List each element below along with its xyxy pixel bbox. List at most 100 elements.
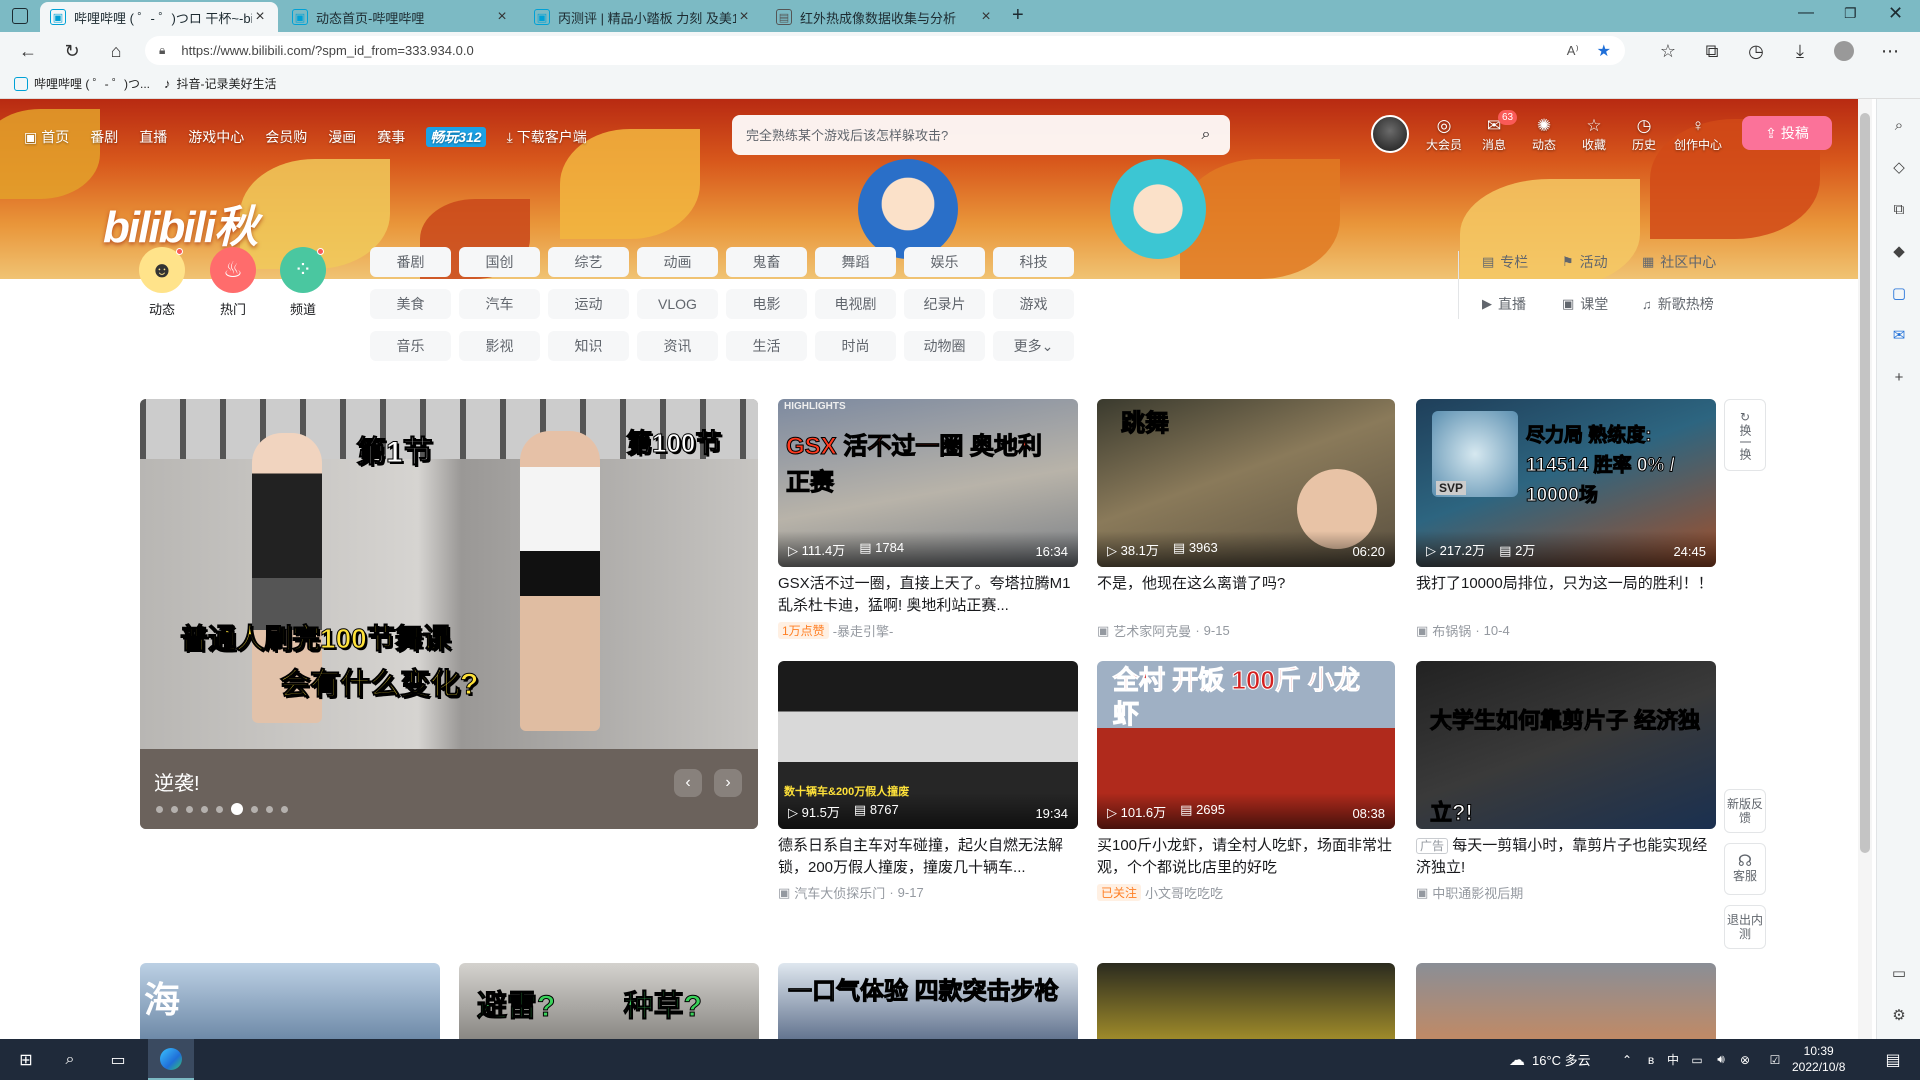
bookmark-douyin[interactable]: ♪ 抖音-记录美好生活: [164, 75, 277, 92]
office-icon[interactable]: ▢: [1889, 283, 1909, 303]
video-author[interactable]: 小文哥吃吃吃: [1145, 883, 1223, 902]
bilibili-autumn-logo[interactable]: bilibili秋: [103, 191, 258, 255]
user-action-favorite[interactable]: ☆ 收藏: [1572, 116, 1616, 153]
carousel-dot[interactable]: [186, 805, 193, 813]
category-chip[interactable]: 娱乐: [904, 247, 985, 277]
nav-manga[interactable]: 漫画: [328, 127, 356, 147]
carousel-dot[interactable]: [266, 805, 273, 813]
browser-tab-dynamic[interactable]: ▣ 动态首页-哔哩哔哩 ×: [282, 2, 520, 32]
favorites-icon[interactable]: ☆: [1656, 39, 1680, 63]
read-aloud-icon[interactable]: A⁾: [1567, 43, 1579, 59]
link-activity[interactable]: ⚑ 活动: [1562, 247, 1642, 277]
category-chip[interactable]: 科技: [993, 247, 1074, 277]
category-chip[interactable]: 汽车: [459, 289, 540, 319]
category-chip[interactable]: 纪录片: [904, 289, 985, 319]
video-title[interactable]: 广告 每天一剪辑小时，靠剪片子也能实现经济独立!: [1416, 835, 1716, 879]
video-author[interactable]: -暴走引擎-: [833, 621, 894, 640]
video-card[interactable]: SVP 尽力局 熟练度: 114514 胜率 0% / 10000场 ▷ 217…: [1416, 399, 1716, 640]
carousel-dot[interactable]: [216, 805, 223, 813]
category-chip[interactable]: 综艺: [548, 247, 629, 277]
close-circle-icon[interactable]: ⊗: [1736, 1039, 1754, 1080]
collections-icon[interactable]: ⧉: [1700, 39, 1724, 63]
video-thumbnail[interactable]: SVP 尽力局 熟练度: 114514 胜率 0% / 10000场 ▷ 217…: [1416, 399, 1716, 567]
settings-icon[interactable]: ⚙: [1889, 1005, 1909, 1025]
weather-text[interactable]: 16°C 多云: [1532, 1039, 1591, 1080]
nav-mall[interactable]: 会员购: [265, 127, 307, 147]
history-icon[interactable]: ◷: [1744, 39, 1768, 63]
back-icon[interactable]: ←: [16, 39, 40, 63]
page-scrollbar[interactable]: [1858, 99, 1872, 1039]
category-chip[interactable]: 更多 ⌄: [993, 331, 1074, 361]
category-chip[interactable]: 电视剧: [815, 289, 896, 319]
category-chip[interactable]: 音乐: [370, 331, 451, 361]
video-card-ad[interactable]: 大学生如何靠剪片子 经济独立?! 广告 每天一剪辑小时，靠剪片子也能实现经济独立…: [1416, 661, 1716, 902]
search-icon[interactable]: ⌕: [52, 1039, 88, 1080]
category-chip[interactable]: 运动: [548, 289, 629, 319]
link-song-chart[interactable]: ♫ 新歌热榜: [1642, 289, 1738, 319]
windows-start-icon[interactable]: ⊞: [8, 1039, 44, 1080]
video-card[interactable]: HIGHLIGHTS GSX 活不过一圈 奥地利正赛 ▷ 111.4万 ▤ 178…: [778, 399, 1078, 640]
notifications-icon[interactable]: ▤: [1878, 1039, 1908, 1080]
customer-service-button[interactable]: ☊ 客服: [1724, 843, 1766, 895]
link-column[interactable]: ▤ 专栏: [1482, 247, 1562, 277]
channel-channels[interactable]: ⁘ 频道: [277, 247, 329, 318]
carousel-dot[interactable]: [251, 805, 258, 813]
refresh-icon[interactable]: ↻: [60, 39, 84, 63]
nav-live[interactable]: 直播: [139, 127, 167, 147]
close-tab-icon[interactable]: ×: [736, 8, 752, 26]
volume-icon[interactable]: 🔊︎: [1712, 1039, 1730, 1080]
featured-carousel[interactable]: 第1节 第100节 普通人刷完100节舞课 会有什么变化? 逆袭! ‹ ›: [140, 399, 758, 829]
restore-icon[interactable]: ❐: [1844, 5, 1857, 22]
user-action-history[interactable]: ◷ 历史: [1622, 116, 1666, 153]
split-screen-icon[interactable]: ▭: [1889, 963, 1909, 983]
upload-button[interactable]: ⇪ 投稿: [1742, 116, 1832, 150]
video-thumbnail[interactable]: 避雷? 种草?: [459, 963, 759, 1039]
video-thumbnail[interactable]: 一口气体验 四款突击步枪: [778, 963, 1078, 1039]
close-tab-icon[interactable]: ×: [978, 8, 994, 26]
new-tab-icon[interactable]: +: [1012, 4, 1024, 27]
exit-beta-button[interactable]: 退出内测: [1724, 905, 1766, 949]
video-author[interactable]: 汽车大侦探乐门: [794, 883, 885, 902]
category-chip[interactable]: 知识: [548, 331, 629, 361]
nav-home[interactable]: ▣ 首页: [24, 127, 69, 147]
carousel-next-button[interactable]: ›: [714, 769, 742, 797]
tag-icon[interactable]: ◇: [1889, 157, 1909, 177]
video-title[interactable]: 我打了10000局排位，只为这一局的胜利！！: [1416, 573, 1716, 617]
video-card[interactable]: 全村 开饭 100斤 小龙虾 ▷ 101.6万 ▤ 2695 08:38 买100…: [1097, 661, 1395, 902]
user-action-message[interactable]: ✉ 63 消息: [1472, 110, 1518, 153]
outlook-icon[interactable]: ✉: [1889, 325, 1909, 345]
category-chip[interactable]: 游戏: [993, 289, 1074, 319]
favorite-star-icon[interactable]: ★: [1597, 41, 1611, 61]
browser-tab-bilibili[interactable]: ▣ 哔哩哔哩 ( ゜- ゜)つロ 干杯~-bilibili ×: [40, 2, 278, 32]
browser-tab-thermal[interactable]: ▤ 红外热成像数据收集与分析 ×: [766, 2, 1004, 32]
refresh-feed-button[interactable]: ↻ 换一换: [1724, 399, 1766, 471]
category-chip[interactable]: 动画: [637, 247, 718, 277]
minimize-icon[interactable]: —: [1798, 4, 1814, 22]
task-view-icon[interactable]: ▭: [100, 1039, 136, 1080]
link-live[interactable]: ▶ 直播: [1482, 289, 1562, 319]
video-thumbnail[interactable]: 全村 开饭 100斤 小龙虾 ▷ 101.6万 ▤ 2695 08:38: [1097, 661, 1395, 829]
category-chip[interactable]: 美食: [370, 289, 451, 319]
user-action-creator[interactable]: ♀ 创作中心: [1672, 116, 1724, 153]
url-field[interactable]: 🔒︎ https://www.bilibili.com/?spm_id_from…: [145, 36, 1625, 65]
video-thumbnail[interactable]: HIGHLIGHTS GSX 活不过一圈 奥地利正赛 ▷ 111.4万 ▤ 178…: [778, 399, 1078, 567]
nav-game-center[interactable]: 游戏中心: [188, 127, 244, 147]
edge-taskbar-icon[interactable]: [148, 1039, 194, 1080]
video-card[interactable]: 数十辆车&200万假人撞废 ▷ 91.5万 ▤ 8767 19:34 德系日系自主…: [778, 661, 1078, 902]
channel-hot[interactable]: ♨ 热门: [207, 247, 259, 318]
bluetooth-icon[interactable]: ʙ: [1642, 1039, 1660, 1080]
video-title[interactable]: 不是，他现在这么离谱了吗?: [1097, 573, 1395, 617]
network-icon[interactable]: ▭: [1688, 1039, 1706, 1080]
video-card[interactable]: 跳舞 ▷ 38.1万 ▤ 3963 06:20 不是，他现在这么离谱了吗? ▣ 艺术…: [1097, 399, 1395, 640]
video-thumbnail[interactable]: 海: [140, 963, 440, 1039]
home-icon[interactable]: ⌂: [104, 39, 128, 63]
checkbox-icon[interactable]: ☑: [1766, 1039, 1784, 1080]
user-action-dynamic[interactable]: ✺ 动态: [1522, 116, 1566, 153]
browser-tab-review[interactable]: ▣ 丙测评 | 精品小踏板 力刻 及美10 ×: [524, 2, 762, 32]
nav-changwan-312[interactable]: 畅玩312: [426, 127, 486, 147]
channel-dynamic[interactable]: ☻ 动态: [136, 247, 188, 318]
tools-icon[interactable]: ⧉: [1889, 199, 1909, 219]
video-title[interactable]: GSX活不过一圈，直接上天了。夸塔拉腾M1乱杀杜卡迪，猛啊! 奥地利站正赛...: [778, 573, 1078, 617]
carousel-dot[interactable]: [231, 803, 243, 815]
profile-icon[interactable]: [1832, 39, 1856, 63]
